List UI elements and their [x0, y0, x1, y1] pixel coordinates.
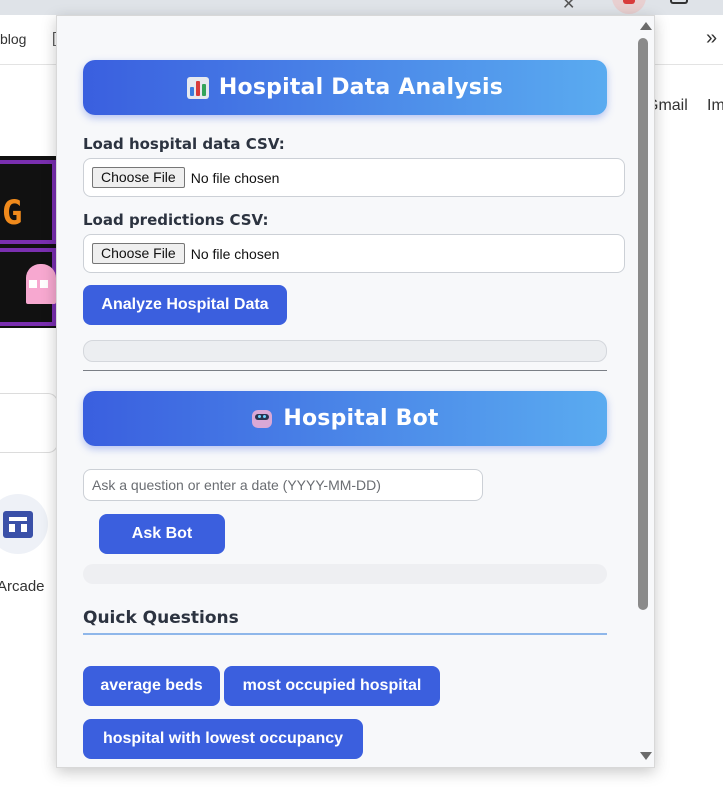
- scroll-thumb[interactable]: [638, 38, 648, 610]
- images-link[interactable]: Im: [707, 97, 723, 115]
- section-divider: [83, 370, 607, 371]
- predictions-file-status: No file chosen: [190, 245, 280, 262]
- bookmarks-overflow-icon[interactable]: »: [706, 27, 717, 50]
- predictions-file-input[interactable]: Choose File No file chosen: [83, 234, 625, 273]
- hospital-data-label: Load hospital data CSV:: [83, 135, 285, 153]
- scroll-down-arrow-icon[interactable]: [640, 752, 652, 760]
- close-tab-icon[interactable]: ✕: [562, 0, 575, 14]
- choose-hospital-file-button[interactable]: Choose File: [92, 167, 185, 188]
- quick-question-average-beds[interactable]: average beds: [83, 666, 220, 706]
- scroll-up-arrow-icon[interactable]: [640, 22, 652, 30]
- background-card: [0, 393, 58, 453]
- quick-question-lowest-occupancy[interactable]: hospital with lowest occupancy: [83, 719, 363, 759]
- hospital-data-file-input[interactable]: Choose File No file chosen: [83, 158, 625, 197]
- analyze-hospital-data-button[interactable]: Analyze Hospital Data: [83, 285, 287, 325]
- popup-content: Hospital Data Analysis Load hospital dat…: [57, 16, 637, 767]
- choose-predictions-file-button[interactable]: Choose File: [92, 243, 185, 264]
- analysis-title: Hospital Data Analysis: [218, 75, 504, 100]
- arcade-label[interactable]: Arcade: [0, 578, 45, 595]
- quick-question-most-occupied[interactable]: most occupied hospital: [224, 666, 440, 706]
- hospital-file-status: No file chosen: [190, 169, 280, 186]
- bot-header: Hospital Bot: [83, 391, 607, 446]
- ask-bot-button[interactable]: Ask Bot: [99, 514, 225, 554]
- bot-response-area: [83, 564, 607, 584]
- ghost-eye: [40, 280, 48, 288]
- arcade-icon: [3, 511, 33, 538]
- extension-popup: Hospital Data Analysis Load hospital dat…: [56, 15, 655, 768]
- bookmark-blog[interactable]: blog: [0, 31, 26, 47]
- quick-questions-heading: Quick Questions: [83, 608, 607, 635]
- tab-search-icon[interactable]: [664, 0, 692, 14]
- robot-icon: [251, 408, 273, 430]
- analysis-header: Hospital Data Analysis: [83, 60, 607, 115]
- predictions-label: Load predictions CSV:: [83, 211, 269, 229]
- bot-question-input[interactable]: [83, 469, 483, 501]
- analysis-progress-bar: [83, 340, 607, 362]
- game-doodle[interactable]: G: [0, 156, 58, 328]
- game-letter: G: [2, 193, 23, 233]
- ghost-eye: [29, 280, 37, 288]
- bar-chart-icon: [186, 76, 209, 99]
- bot-title: Hospital Bot: [283, 406, 439, 431]
- popup-scrollbar[interactable]: [635, 16, 654, 767]
